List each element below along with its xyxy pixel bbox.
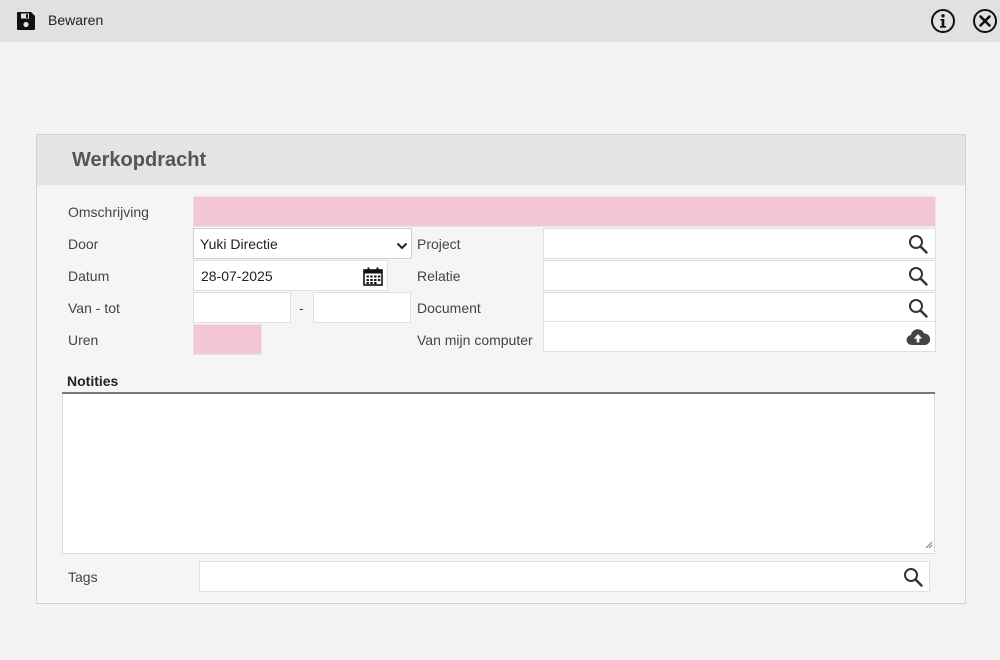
info-icon[interactable] — [930, 8, 956, 34]
datum-value: 28-07-2025 — [201, 268, 273, 284]
relatie-label: Relatie — [417, 268, 461, 284]
notities-label: Notities — [67, 373, 119, 389]
search-icon[interactable] — [908, 234, 928, 254]
document-label: Document — [417, 300, 481, 316]
panel-header: Werkopdracht — [37, 135, 965, 185]
uren-input[interactable] — [194, 325, 261, 354]
project-label: Project — [417, 236, 461, 252]
tot-time-field[interactable] — [313, 292, 411, 323]
top-toolbar: Bewaren — [0, 0, 1000, 42]
project-field[interactable] — [543, 228, 936, 259]
relatie-field[interactable] — [543, 260, 936, 291]
werkopdracht-panel: Werkopdracht Omschrijving Door Yuki Dire… — [36, 134, 966, 604]
chevron-down-icon — [396, 238, 408, 254]
close-icon[interactable] — [972, 8, 998, 34]
tot-time-input[interactable] — [314, 293, 410, 322]
omschrijving-label: Omschrijving — [68, 204, 149, 220]
door-label: Door — [68, 236, 99, 252]
datum-field[interactable]: 28-07-2025 — [193, 260, 388, 291]
uren-field[interactable] — [193, 324, 262, 355]
door-select[interactable]: Yuki Directie — [193, 228, 412, 259]
cloud-upload-icon[interactable] — [905, 327, 931, 347]
resize-handle-icon[interactable] — [924, 536, 933, 552]
notities-textarea[interactable] — [62, 394, 935, 554]
save-label: Bewaren — [48, 12, 104, 28]
document-field[interactable] — [543, 292, 936, 323]
upload-field[interactable] — [543, 321, 936, 352]
van-tot-label: Van - tot — [68, 300, 120, 316]
tags-label: Tags — [68, 569, 98, 585]
save-button[interactable]: Bewaren — [16, 10, 103, 32]
van-time-field[interactable] — [193, 292, 291, 323]
omschrijving-input[interactable] — [194, 197, 935, 226]
search-icon[interactable] — [908, 298, 928, 318]
tags-field[interactable] — [199, 561, 930, 592]
uren-label: Uren — [68, 332, 99, 348]
search-icon[interactable] — [903, 567, 923, 587]
save-icon — [16, 11, 36, 31]
van-mijn-computer-label: Van mijn computer — [417, 332, 533, 348]
calendar-icon[interactable] — [363, 267, 383, 286]
datum-label: Datum — [68, 268, 110, 284]
search-icon[interactable] — [908, 266, 928, 286]
page-title: Werkopdracht — [72, 149, 207, 171]
van-tot-separator: - — [299, 300, 304, 316]
van-time-input[interactable] — [194, 293, 290, 322]
omschrijving-field[interactable] — [193, 196, 936, 227]
door-select-value: Yuki Directie — [200, 236, 278, 252]
